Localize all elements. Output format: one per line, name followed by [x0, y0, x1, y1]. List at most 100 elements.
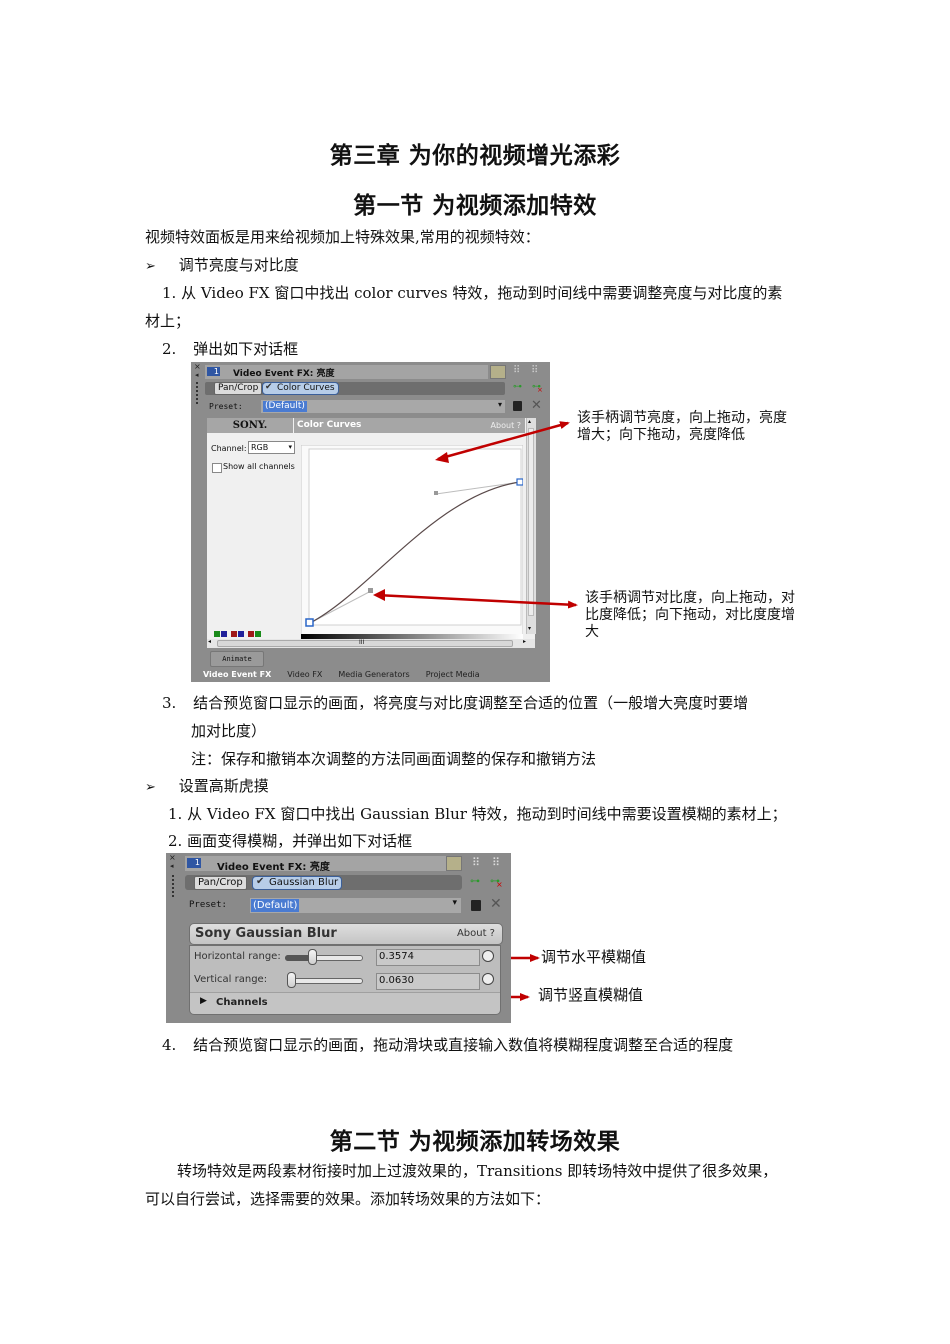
topic2-step1: 1. 从 Video FX 窗口中找出 Gaussian Blur 特效，拖动到…	[168, 805, 787, 823]
section2-para-line2: 可以自行尝试，选择需要的效果。添加转场效果的方法如下：	[145, 1190, 551, 1208]
channels-row[interactable]: ▶ Channels	[190, 992, 500, 1014]
vertical-range-thumb[interactable]	[287, 972, 296, 988]
scroll-thumb[interactable]	[217, 640, 513, 647]
save-preset-icon[interactable]	[471, 900, 481, 911]
pin-icon[interactable]: ◂	[195, 371, 199, 379]
step-number: 2.	[162, 340, 177, 358]
channel-select[interactable]: RGB ▾	[248, 441, 295, 454]
window-title: Video Event FX: 亮度	[233, 369, 335, 379]
curve-start-point[interactable]	[305, 618, 314, 627]
about-link[interactable]: About ?	[491, 421, 521, 430]
keyframe-clock-icon[interactable]	[482, 950, 494, 962]
callout-line: 增大；向下拖动，亮度降低	[577, 427, 745, 443]
preset-dropdown[interactable]: (Default) ▾	[261, 400, 505, 413]
plugin-header: Sony Gaussian Blur About ?	[189, 923, 503, 945]
chain-item-label: Gaussian Blur	[269, 877, 339, 888]
plugin-chain-add-icon[interactable]: ⊶	[470, 876, 480, 887]
swatch-green-button[interactable]	[255, 631, 261, 637]
chevron-down-icon: ▾	[497, 400, 502, 409]
horizontal-range-input[interactable]: 0.3574	[376, 949, 480, 966]
tab-media-generators[interactable]: Media Generators	[330, 669, 417, 681]
swatch-blue-button[interactable]	[238, 631, 244, 637]
vertical-scrollbar[interactable]: ▴ ▾	[526, 418, 536, 634]
drag-handle[interactable]	[196, 382, 200, 404]
title-bar: 1 Video Event FX: 亮度	[205, 365, 488, 379]
scroll-grip: III	[359, 639, 365, 646]
plugin-name: Color Curves	[297, 420, 362, 430]
layout-grid-button[interactable]: ⠿	[513, 365, 520, 376]
tab-project-media[interactable]: Project Media	[418, 669, 488, 681]
layout-toggle-1-button[interactable]	[490, 365, 506, 379]
swatch-red-button[interactable]	[231, 631, 237, 637]
contrast-handle[interactable]	[368, 588, 373, 593]
plugin-chain: Pan/Crop ✔ Gaussian Blur	[185, 875, 462, 890]
topic1-step2: 2. 弹出如下对话框	[162, 339, 298, 359]
about-link[interactable]: About ?	[457, 928, 495, 939]
channel-label: Channel:	[211, 444, 247, 453]
plugin-name: Sony Gaussian Blur	[195, 926, 337, 941]
preset-value: (Default)	[263, 401, 307, 412]
layout-grid-large-button[interactable]: ⠿	[531, 365, 538, 376]
drag-handle[interactable]	[172, 875, 176, 897]
scroll-thumb[interactable]	[528, 428, 534, 616]
chain-item-pan-crop[interactable]: Pan/Crop	[194, 876, 247, 890]
show-all-channels-checkbox[interactable]	[212, 463, 222, 473]
tab-video-fx[interactable]: Video FX	[279, 669, 330, 681]
track-badge: 1	[207, 367, 220, 376]
layout-grid-large-button[interactable]: ⠿	[492, 856, 500, 869]
expand-triangle-icon[interactable]: ▶	[200, 996, 207, 1006]
chevron-down-icon: ▾	[452, 898, 457, 908]
save-preset-icon[interactable]	[513, 401, 522, 411]
layout-toggle-1-button[interactable]	[446, 856, 462, 871]
delete-preset-icon[interactable]: ✕	[490, 896, 502, 912]
parameters-panel: Horizontal range: 0.3574 Vertical range:…	[189, 945, 501, 1015]
step-number: 4.	[162, 1036, 177, 1054]
callout-line: 大	[585, 624, 599, 640]
chain-item-gaussian-blur[interactable]: ✔ Gaussian Blur	[252, 876, 343, 890]
section2-title: 第二节 为视频添加转场效果	[329, 1129, 621, 1155]
topic1-step1-line2: 材上；	[145, 312, 191, 330]
curve-end-point[interactable]	[516, 478, 523, 486]
channels-label: Channels	[216, 997, 268, 1008]
horizontal-range-thumb[interactable]	[308, 949, 317, 965]
vertical-range-input[interactable]: 0.0630	[376, 973, 480, 990]
chain-item-color-curves[interactable]: ✔ Color Curves	[262, 382, 339, 395]
vertical-range-slider[interactable]	[287, 978, 363, 984]
chain-item-pan-crop[interactable]: Pan/Crop	[214, 382, 263, 395]
scroll-down-icon[interactable]: ▾	[528, 625, 531, 632]
plugin-chain-add-icon[interactable]: ⊶	[513, 382, 522, 392]
swatch-green-button[interactable]	[214, 631, 220, 637]
show-all-channels-label: Show all channels	[223, 462, 295, 471]
plugin-chain-remove-icon[interactable]: ⊶ ×	[490, 876, 503, 889]
tab-video-event-fx[interactable]: Video Event FX	[195, 669, 279, 681]
brightness-handle[interactable]	[434, 491, 438, 495]
horizontal-range-label: Horizontal range:	[194, 951, 281, 962]
plugin-chain-remove-icon[interactable]: ⊶ ×	[532, 382, 543, 394]
close-icon[interactable]: ×	[169, 853, 176, 862]
step-text: 弹出如下对话框	[193, 340, 299, 358]
scroll-up-icon[interactable]: ▴	[528, 418, 531, 425]
animate-button[interactable]: Animate	[210, 651, 264, 667]
track-badge: 1	[187, 858, 201, 868]
callout-line: 该手柄调节亮度，向上拖动，亮度	[577, 410, 787, 426]
title-bar: 1 Video Event FX: 亮度	[185, 856, 460, 873]
section1-title: 第一节 为视频添加特效	[353, 193, 597, 219]
scroll-left-icon[interactable]: ◂	[208, 638, 211, 645]
horizontal-range-fill	[285, 955, 310, 961]
checkbox-checked-icon: ✔	[265, 382, 273, 392]
swatch-red-button[interactable]	[248, 631, 254, 637]
preset-value: (Default)	[251, 899, 300, 912]
curve-editor[interactable]	[301, 445, 523, 635]
layout-grid-button[interactable]: ⠿	[472, 856, 480, 869]
close-icon[interactable]: ×	[194, 363, 201, 371]
preset-dropdown[interactable]: (Default) ▾	[250, 898, 461, 913]
keyframe-clock-icon[interactable]	[482, 973, 494, 985]
delete-preset-icon[interactable]: ✕	[531, 398, 542, 413]
horizontal-scrollbar[interactable]: ◂ III ▸	[207, 638, 535, 648]
pin-icon[interactable]: ◂	[170, 862, 174, 870]
swatch-blue-button[interactable]	[221, 631, 227, 637]
scroll-right-icon[interactable]: ▸	[523, 638, 526, 645]
preset-label: Preset:	[209, 402, 243, 411]
contrast-callout: 该手柄调节对比度，向上拖动，对 比度降低；向下拖动，对比度度增 大	[585, 590, 795, 641]
arrow-bullet-icon: ➢	[145, 259, 156, 274]
